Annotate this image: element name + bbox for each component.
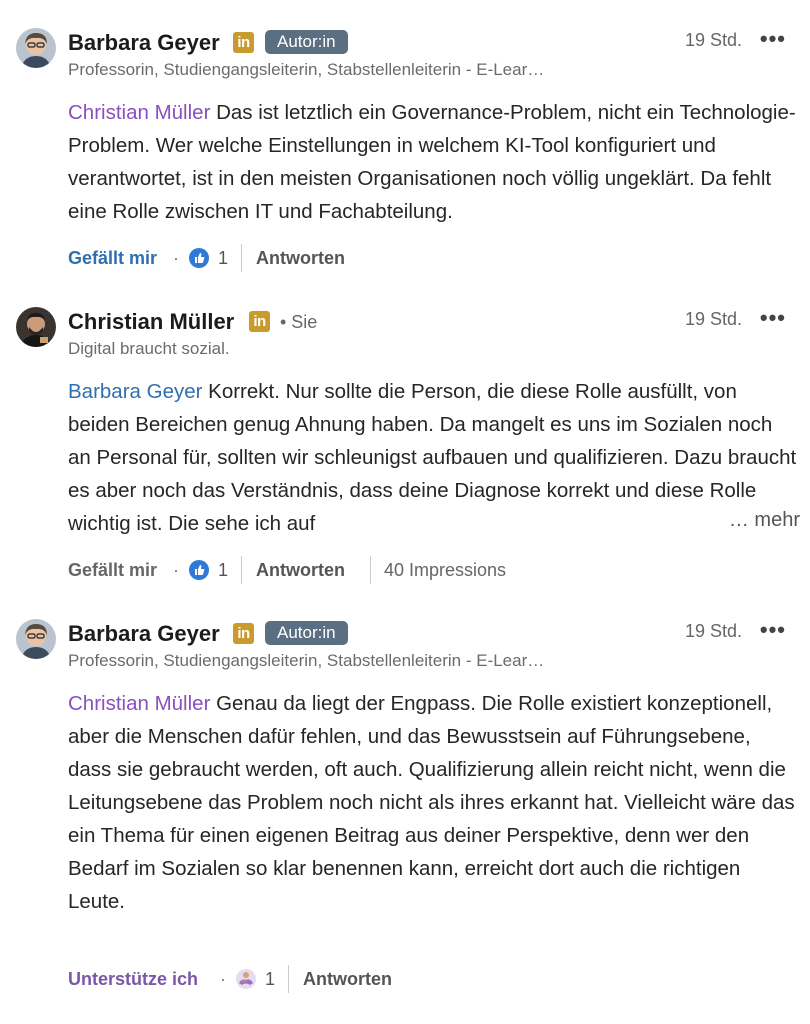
comment-body: Korrekt. Nur sollte die Person, die dies… <box>68 380 797 535</box>
separator-dot: · <box>220 969 226 989</box>
avatar-christian-mueller[interactable] <box>16 307 56 347</box>
comment-text: Christian Müller Genau da liegt der Engp… <box>68 687 798 918</box>
avatar-barbara-geyer[interactable] <box>16 28 56 68</box>
author-name[interactable]: Barbara Geyer <box>68 30 220 56</box>
linkedin-premium-icon: in <box>249 311 270 332</box>
mention-link[interactable]: Christian Müller <box>68 692 210 715</box>
reply-button[interactable]: Antworten <box>303 964 392 994</box>
more-options-icon[interactable]: ••• <box>760 26 786 52</box>
like-button[interactable]: Gefällt mir <box>68 243 157 273</box>
action-divider <box>241 244 242 272</box>
comment-header: Barbara Geyer in Autor:in 19 Std. ••• <box>68 26 810 64</box>
comment-header: Christian Müller in • Sie 19 Std. ••• <box>68 305 810 343</box>
separator-dot: · <box>173 248 179 268</box>
author-badge: Autor:in <box>265 621 348 645</box>
author-name[interactable]: Christian Müller <box>68 309 234 335</box>
linkedin-premium-icon: in <box>233 32 254 53</box>
like-thumb-icon[interactable] <box>189 560 209 580</box>
author-headline: Digital braucht sozial. <box>68 339 230 358</box>
separator-dot: · <box>173 560 179 580</box>
author-name[interactable]: Barbara Geyer <box>68 621 220 647</box>
comment-text: Christian Müller Das ist letztlich ein G… <box>68 96 798 228</box>
support-button[interactable]: Unterstütze ich <box>68 964 198 994</box>
mention-link[interactable]: Barbara Geyer <box>68 380 202 403</box>
more-options-icon[interactable]: ••• <box>760 617 786 643</box>
impressions-count[interactable]: 40 Impressions <box>384 555 506 585</box>
mention-link[interactable]: Christian Müller <box>68 101 210 124</box>
reaction-count[interactable]: 1 <box>218 555 228 585</box>
you-label: • Sie <box>280 312 318 332</box>
timestamp: 19 Std. <box>684 621 742 641</box>
reply-button[interactable]: Antworten <box>256 555 345 585</box>
action-divider <box>241 556 242 584</box>
timestamp: 19 Std. <box>684 309 742 329</box>
action-divider <box>370 556 371 584</box>
reaction-count[interactable]: 1 <box>218 243 228 273</box>
author-headline: Professorin, Studiengangsleiterin, Stabs… <box>68 651 545 670</box>
reaction-count[interactable]: 1 <box>265 964 275 994</box>
comment-body: Genau da liegt der Engpass. Die Rolle ex… <box>68 692 795 913</box>
comment-header: Barbara Geyer in Autor:in 19 Std. ••• <box>68 617 810 655</box>
linkedin-premium-icon: in <box>233 623 254 644</box>
comment-text: Barbara Geyer Korrekt. Nur sollte die Pe… <box>68 375 798 540</box>
reply-button[interactable]: Antworten <box>256 243 345 273</box>
author-badge: Autor:in <box>265 30 348 54</box>
author-headline: Professorin, Studiengangsleiterin, Stabs… <box>68 60 545 79</box>
more-options-icon[interactable]: ••• <box>760 305 786 331</box>
support-hands-icon[interactable] <box>236 969 256 989</box>
see-more-link[interactable]: … mehr <box>729 509 800 532</box>
like-button[interactable]: Gefällt mir <box>68 555 157 585</box>
avatar-barbara-geyer[interactable] <box>16 619 56 659</box>
like-thumb-icon[interactable] <box>189 248 209 268</box>
timestamp: 19 Std. <box>684 30 742 50</box>
action-divider <box>288 965 289 993</box>
